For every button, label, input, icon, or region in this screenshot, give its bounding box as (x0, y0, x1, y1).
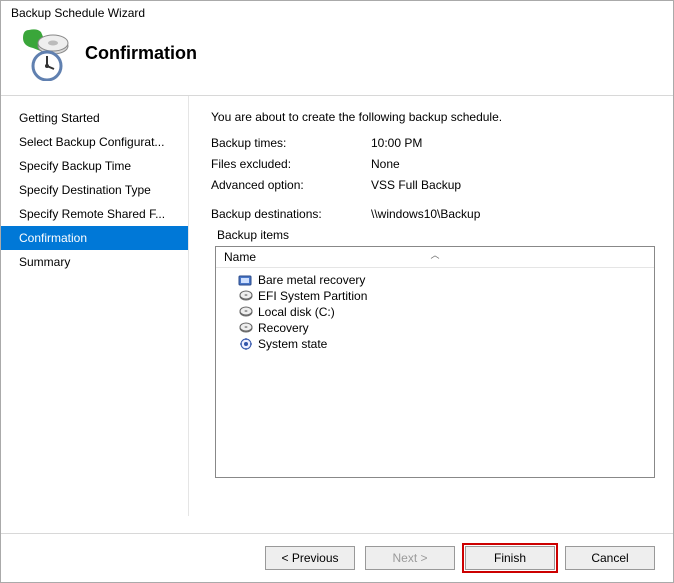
value-backup-destinations: \\windows10\Backup (371, 207, 655, 221)
sidebar-item-specify-remote-shared-folder[interactable]: Specify Remote Shared F... (1, 202, 188, 226)
list-item-label: Local disk (C:) (258, 305, 335, 319)
next-button: Next > (365, 546, 455, 570)
sidebar-item-specify-destination-type[interactable]: Specify Destination Type (1, 178, 188, 202)
disk-icon (238, 305, 254, 319)
sidebar-item-specify-backup-time[interactable]: Specify Backup Time (1, 154, 188, 178)
sidebar-item-summary[interactable]: Summary (1, 250, 188, 274)
list-item[interactable]: EFI System Partition (216, 288, 654, 304)
label-backup-times: Backup times: (211, 136, 371, 150)
backup-items-list[interactable]: Name ︿ Bare metal recovery EFI System Pa… (215, 246, 655, 478)
previous-button[interactable]: < Previous (265, 546, 355, 570)
value-backup-times: 10:00 PM (371, 136, 655, 150)
value-advanced-option: VSS Full Backup (371, 178, 655, 192)
main-panel: You are about to create the following ba… (189, 96, 673, 516)
list-item-label: Bare metal recovery (258, 273, 365, 287)
list-item-label: Recovery (258, 321, 309, 335)
list-header[interactable]: Name ︿ (216, 247, 654, 268)
cancel-button[interactable]: Cancel (565, 546, 655, 570)
gear-icon (238, 337, 254, 351)
bare-metal-icon (238, 273, 254, 287)
sidebar-item-getting-started[interactable]: Getting Started (1, 106, 188, 130)
row-backup-times: Backup times: 10:00 PM (211, 136, 655, 150)
backup-items-label: Backup items (217, 228, 655, 242)
list-item-label: EFI System Partition (258, 289, 367, 303)
disk-icon (238, 321, 254, 335)
sidebar-item-confirmation[interactable]: Confirmation (1, 226, 188, 250)
list-item[interactable]: Bare metal recovery (216, 272, 654, 288)
finish-button[interactable]: Finish (465, 546, 555, 570)
page-heading: Confirmation (85, 43, 197, 64)
disk-icon (238, 289, 254, 303)
sidebar-item-select-backup-config[interactable]: Select Backup Configurat... (1, 130, 188, 154)
row-files-excluded: Files excluded: None (211, 157, 655, 171)
sort-indicator-icon: ︿ (430, 248, 439, 261)
row-backup-destinations: Backup destinations: \\windows10\Backup (211, 207, 655, 221)
row-advanced-option: Advanced option: VSS Full Backup (211, 178, 655, 192)
list-item[interactable]: System state (216, 336, 654, 352)
list-item-label: System state (258, 337, 327, 351)
wizard-steps-sidebar: Getting Started Select Backup Configurat… (1, 96, 189, 516)
label-advanced-option: Advanced option: (211, 178, 371, 192)
column-name[interactable]: Name ︿ (216, 247, 654, 267)
intro-text: You are about to create the following ba… (211, 110, 655, 124)
list-item[interactable]: Local disk (C:) (216, 304, 654, 320)
window-title: Backup Schedule Wizard (1, 1, 673, 20)
value-files-excluded: None (371, 157, 655, 171)
label-files-excluded: Files excluded: (211, 157, 371, 171)
wizard-header: Confirmation (1, 20, 673, 95)
label-backup-destinations: Backup destinations: (211, 207, 371, 221)
wizard-icon (13, 26, 73, 81)
wizard-footer: < Previous Next > Finish Cancel (1, 533, 673, 582)
list-item[interactable]: Recovery (216, 320, 654, 336)
